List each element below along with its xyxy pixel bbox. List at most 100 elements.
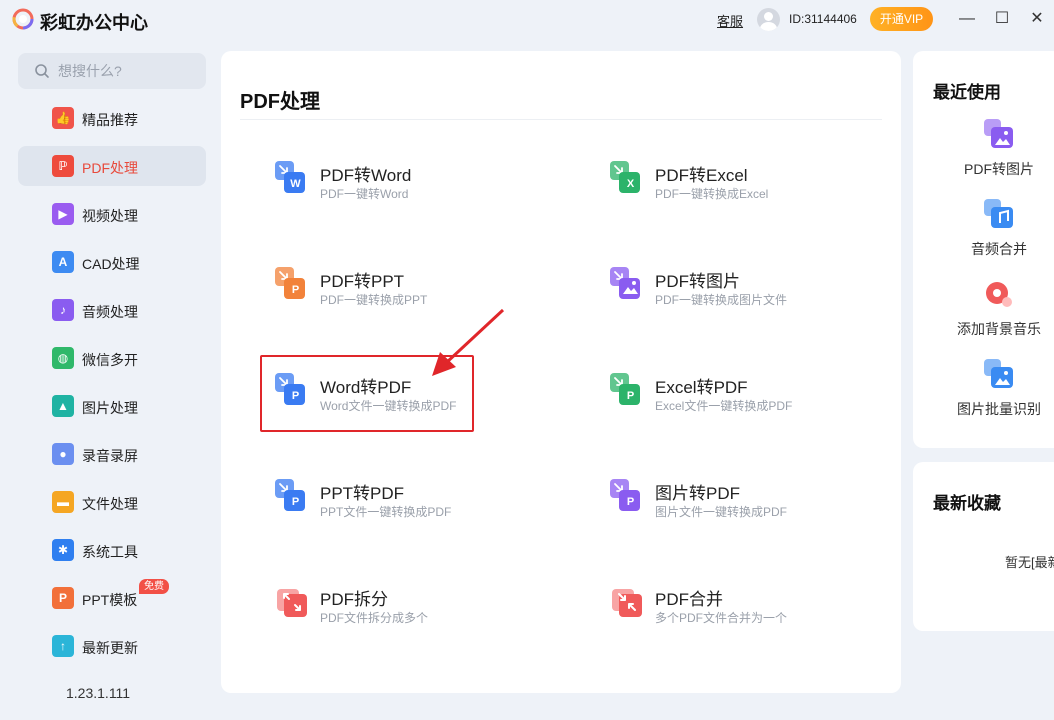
video-play-icon: ▶ — [52, 203, 74, 225]
svg-text:P: P — [292, 284, 299, 296]
tool-description: Excel文件一键转换成PDF — [655, 399, 793, 413]
tool-card[interactable]: PDF转图片 PDF一键转换成图片文件 — [610, 267, 840, 327]
highlight-box — [260, 355, 474, 432]
recent-item-label: 音频合并 — [971, 241, 1027, 257]
sidebar-item-label: 微信多开 — [82, 352, 138, 368]
pdf-to-excel-icon: X — [610, 161, 644, 195]
folder-icon: ▬ — [52, 491, 74, 513]
microphone-icon: ● — [52, 443, 74, 465]
gear-icon: ✱ — [52, 539, 74, 561]
tool-name: 图片转PDF — [655, 484, 740, 503]
recent-item[interactable]: 添加背景音乐 — [913, 279, 1054, 341]
sidebar-item-10[interactable]: P PPT模板 免费 — [18, 578, 206, 618]
sidebar-item-2[interactable]: ▶ 视频处理 — [18, 194, 206, 234]
user-id: ID:31144406 — [789, 12, 857, 26]
tool-card[interactable]: W PDF转Word PDF一键转Word — [275, 161, 505, 221]
tool-card[interactable]: PDF合并 多个PDF文件合并为一个 — [610, 585, 840, 645]
sidebar-item-3[interactable]: A CAD处理 — [18, 242, 206, 282]
sidebar-item-11[interactable]: ↑ 最新更新 — [18, 626, 206, 666]
sidebar-item-0[interactable]: 👍 精品推荐 — [18, 98, 206, 138]
tool-description: PDF一键转换成PPT — [320, 293, 428, 307]
sidebar-item-label: 图片处理 — [82, 400, 138, 416]
favorites-panel: 最新收藏 暂无[最新收藏] — [913, 462, 1054, 631]
sidebar-item-label: PPT模板 — [82, 592, 138, 608]
pdf-to-word-icon: W — [275, 161, 309, 195]
recent-item-label: 添加背景音乐 — [957, 321, 1041, 337]
tool-name: PDF转Excel — [655, 166, 748, 185]
upload-icon: ↑ — [52, 635, 74, 657]
pdf-to-ppt-icon: P — [275, 267, 309, 301]
recent-item-label: PDF转图片 — [964, 161, 1034, 177]
tool-card[interactable]: P 图片转PDF 图片文件一键转换成PDF — [610, 479, 840, 539]
svg-text:X: X — [627, 178, 635, 190]
svg-text:P: P — [292, 496, 299, 508]
recent-item-label: 图片批量识别 — [957, 401, 1041, 417]
sidebar-item-label: 系统工具 — [82, 544, 138, 560]
music-note-icon: ♪ — [52, 299, 74, 321]
tool-name: PDF拆分 — [320, 590, 388, 609]
recent-item[interactable]: 音频合并 — [913, 199, 1054, 261]
svg-text:P: P — [627, 496, 634, 508]
ppt-to-pdf-icon: P — [275, 479, 309, 513]
favorites-empty-text: 暂无[最新收藏] — [1005, 555, 1054, 570]
version-label: 1.23.1.111 — [66, 685, 131, 701]
sidebar-item-9[interactable]: ✱ 系统工具 — [18, 530, 206, 570]
sidebar-item-4[interactable]: ♪ 音频处理 — [18, 290, 206, 330]
image-to-pdf-icon: P — [610, 479, 644, 513]
thumbs-up-icon: 👍 — [52, 107, 74, 129]
close-button[interactable]: ✕ — [1026, 8, 1048, 30]
recent-item[interactable]: PDF转图片 — [913, 119, 1054, 181]
sidebar-item-6[interactable]: ▲ 图片处理 — [18, 386, 206, 426]
svg-text:P: P — [627, 390, 634, 402]
excel-to-pdf-icon: P — [610, 373, 644, 407]
recent-title: 最近使用 — [933, 83, 1001, 102]
tool-description: 多个PDF文件合并为一个 — [655, 611, 788, 625]
main-panel: PDF处理 W PDF转Word PDF一键转Word X PDF转Excel PDF一键… — [221, 51, 901, 693]
sidebar-item-5[interactable]: ◍ 微信多开 — [18, 338, 206, 378]
free-badge: 免费 — [139, 579, 169, 594]
open-vip-button[interactable]: 开通VIP — [870, 7, 933, 31]
sidebar-item-1[interactable]: ℙ PDF处理 — [18, 146, 206, 186]
customer-service-link[interactable]: 客服 — [717, 11, 743, 30]
sidebar-item-label: CAD处理 — [82, 256, 140, 272]
sidebar-item-8[interactable]: ▬ 文件处理 — [18, 482, 206, 522]
tool-card[interactable]: P PPT转PDF PPT文件一键转换成PDF — [275, 479, 505, 539]
minimize-button[interactable]: — — [956, 8, 978, 30]
search-box[interactable] — [18, 53, 206, 89]
wechat-icon: ◍ — [52, 347, 74, 369]
pdf-merge-icon — [610, 585, 644, 619]
tool-card[interactable]: X PDF转Excel PDF一键转换成Excel — [610, 161, 840, 221]
favorites-title: 最新收藏 — [933, 494, 1001, 513]
maximize-button[interactable]: ☐ — [991, 8, 1013, 30]
sidebar-item-label: 录音录屏 — [82, 448, 138, 464]
sidebar-item-7[interactable]: ● 录音录屏 — [18, 434, 206, 474]
avatar[interactable] — [757, 8, 780, 31]
svg-text:W: W — [290, 178, 301, 190]
sidebar-item-label: 视频处理 — [82, 208, 138, 224]
title-bar: 彩虹办公中心 客服 ID:31144406 开通VIP — ☐ ✕ — [0, 0, 1054, 40]
sidebar-item-label: 精品推荐 — [82, 112, 138, 128]
image-recognition-icon — [984, 359, 1014, 389]
sidebar-item-label: 最新更新 — [82, 640, 138, 656]
tool-description: PPT文件一键转换成PDF — [320, 505, 452, 519]
app-title: 彩虹办公中心 — [40, 13, 148, 33]
tool-description: PDF一键转换成图片文件 — [655, 293, 788, 307]
tool-card[interactable]: P Excel转PDF Excel文件一键转换成PDF — [610, 373, 840, 433]
page-title: PDF处理 — [240, 91, 320, 113]
tool-name: PDF转Word — [320, 166, 412, 185]
recent-item[interactable]: 图片批量识别 — [913, 359, 1054, 421]
tool-name: PPT转PDF — [320, 484, 405, 503]
sidebar-item-label: 文件处理 — [82, 496, 138, 512]
search-input[interactable] — [58, 63, 198, 79]
pdf-icon: ℙ — [52, 155, 74, 177]
tool-card[interactable]: PDF拆分 PDF文件拆分成多个 — [275, 585, 505, 645]
tool-card[interactable]: P PDF转PPT PDF一键转换成PPT — [275, 267, 505, 327]
search-icon — [35, 64, 49, 78]
background-music-icon — [984, 279, 1014, 309]
audio-merge-icon — [984, 199, 1014, 229]
sidebar-item-label: 音频处理 — [82, 304, 138, 320]
tool-name: PDF转PPT — [320, 272, 405, 291]
tool-name: PDF转图片 — [655, 272, 740, 291]
tool-description: PDF文件拆分成多个 — [320, 611, 429, 625]
recent-panel: 最近使用 PDF转图片 音频合并添加背景音乐 图片批量识别 — [913, 51, 1054, 448]
